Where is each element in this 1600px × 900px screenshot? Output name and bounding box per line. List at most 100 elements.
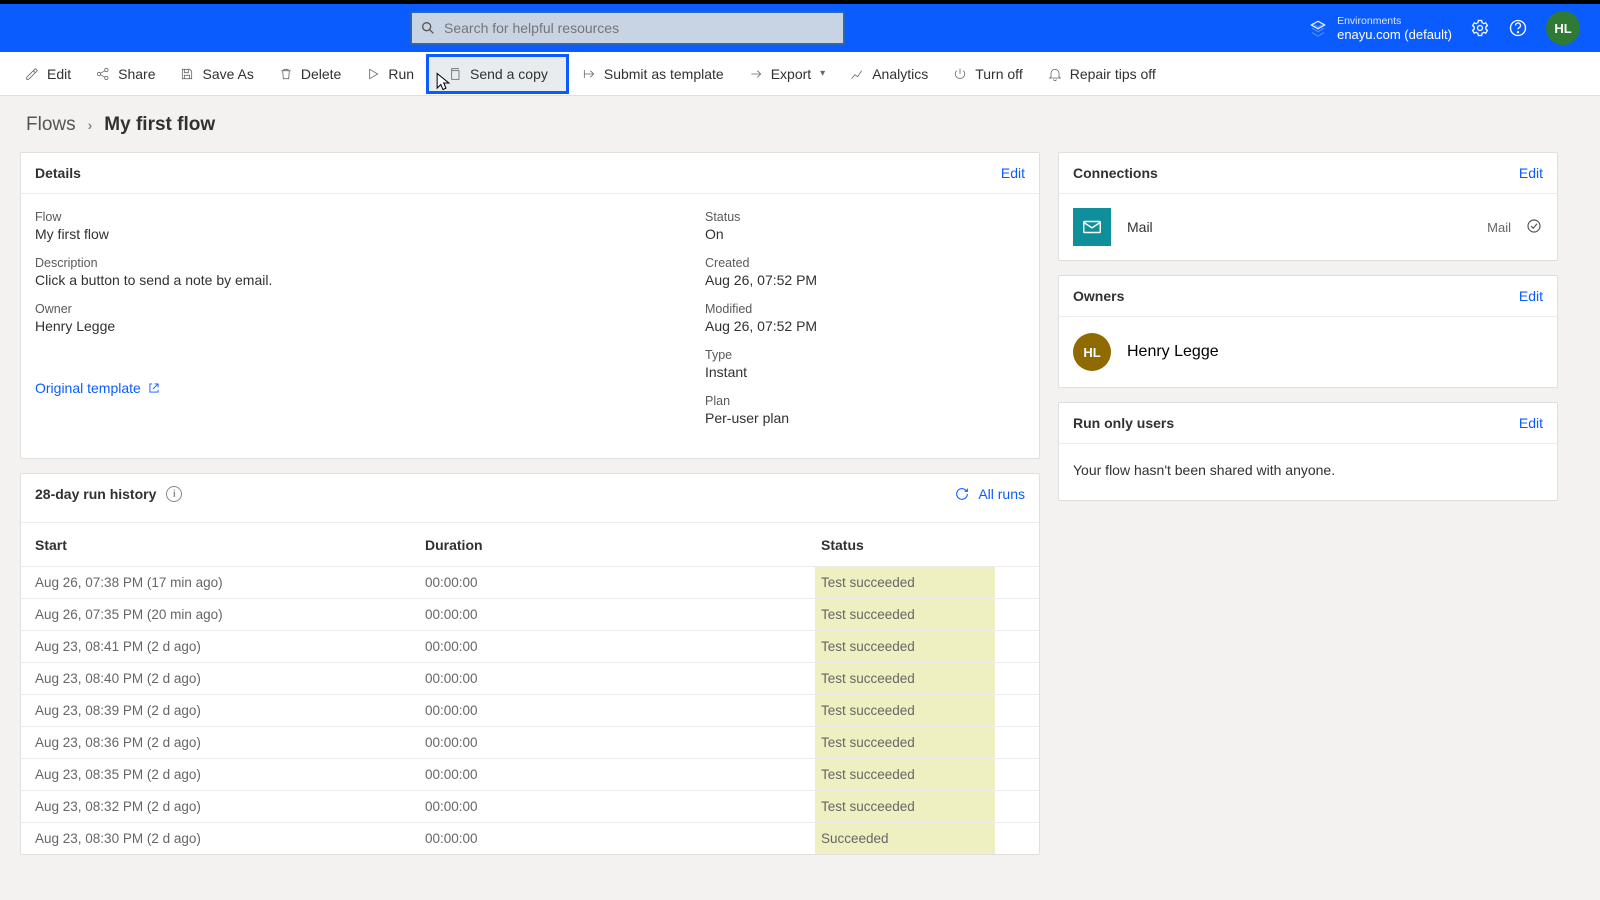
run-only-title: Run only users (1073, 415, 1174, 431)
settings-button[interactable] (1470, 18, 1490, 38)
cell-start: Aug 26, 07:35 PM (20 min ago) (35, 607, 425, 622)
cell-duration: 00:00:00 (425, 671, 815, 686)
details-edit-link[interactable]: Edit (1001, 165, 1025, 181)
connections-card: Connections Edit Mail Mail (1058, 152, 1558, 261)
cell-start: Aug 23, 08:40 PM (2 d ago) (35, 671, 425, 686)
play-icon (365, 66, 381, 82)
run-history-card: 28-day run history i All runs Start Dura… (20, 473, 1040, 855)
table-row[interactable]: Aug 23, 08:30 PM (2 d ago)00:00:00Succee… (21, 822, 1039, 854)
delete-button[interactable]: Delete (266, 58, 353, 90)
run-button[interactable]: Run (353, 58, 426, 90)
connection-item[interactable]: Mail Mail (1059, 194, 1557, 260)
cell-status: Test succeeded (815, 599, 995, 630)
run-only-edit-link[interactable]: Edit (1519, 415, 1543, 431)
cell-status: Test succeeded (815, 759, 995, 790)
type-label: Type (705, 348, 1025, 362)
original-template-link[interactable]: Original template (35, 380, 161, 396)
bell-icon (1047, 66, 1063, 82)
table-row[interactable]: Aug 23, 08:40 PM (2 d ago)00:00:00Test s… (21, 662, 1039, 694)
cell-status: Succeeded (815, 823, 995, 854)
table-row[interactable]: Aug 23, 08:39 PM (2 d ago)00:00:00Test s… (21, 694, 1039, 726)
envelope-icon (1081, 216, 1103, 238)
cell-start: Aug 23, 08:32 PM (2 d ago) (35, 799, 425, 814)
search-box[interactable] (410, 11, 845, 45)
cmd-label: Submit as template (604, 66, 724, 82)
cell-status: Test succeeded (815, 631, 995, 662)
created-value: Aug 26, 07:52 PM (705, 272, 1025, 288)
edit-button[interactable]: Edit (12, 58, 83, 90)
table-row[interactable]: Aug 23, 08:32 PM (2 d ago)00:00:00Test s… (21, 790, 1039, 822)
cell-duration: 00:00:00 (425, 831, 815, 846)
cmd-label: Run (388, 66, 414, 82)
search-input[interactable] (444, 20, 835, 36)
col-duration[interactable]: Duration (425, 537, 815, 553)
owner-name: Henry Legge (1127, 343, 1219, 361)
cell-duration: 00:00:00 (425, 639, 815, 654)
submit-template-button[interactable]: Submit as template (569, 58, 736, 90)
send-copy-button[interactable]: Send a copy (426, 54, 569, 94)
save-icon (179, 66, 195, 82)
all-runs-link[interactable]: All runs (954, 486, 1025, 502)
environment-picker[interactable]: Environments enayu.com (default) (1309, 14, 1452, 42)
owners-edit-link[interactable]: Edit (1519, 288, 1543, 304)
connections-edit-link[interactable]: Edit (1519, 165, 1543, 181)
run-only-users-card: Run only users Edit Your flow hasn't bee… (1058, 402, 1558, 501)
link-text: All runs (978, 486, 1025, 502)
command-bar: Edit Share Save As Delete Run Send a cop… (0, 52, 1600, 96)
table-row[interactable]: Aug 23, 08:41 PM (2 d ago)00:00:00Test s… (21, 630, 1039, 662)
gear-icon (1470, 18, 1490, 38)
save-as-button[interactable]: Save As (167, 58, 265, 90)
status-value: On (705, 226, 1025, 242)
analytics-button[interactable]: Analytics (837, 58, 940, 90)
table-row[interactable]: Aug 23, 08:35 PM (2 d ago)00:00:00Test s… (21, 758, 1039, 790)
table-row[interactable]: Aug 23, 08:36 PM (2 d ago)00:00:00Test s… (21, 726, 1039, 758)
col-status[interactable]: Status (815, 537, 995, 553)
cell-start: Aug 26, 07:38 PM (17 min ago) (35, 575, 425, 590)
page-title: My first flow (104, 114, 215, 136)
flow-value: My first flow (35, 226, 645, 242)
help-button[interactable] (1508, 18, 1528, 38)
description-value: Click a button to send a note by email. (35, 272, 645, 288)
export-button[interactable]: Export▾ (736, 58, 838, 90)
cell-duration: 00:00:00 (425, 799, 815, 814)
owners-card: Owners Edit HL Henry Legge (1058, 275, 1558, 388)
share-button[interactable]: Share (83, 58, 167, 90)
cmd-label: Analytics (872, 66, 928, 82)
repair-tips-off-button[interactable]: Repair tips off (1035, 58, 1168, 90)
details-card: Details Edit FlowMy first flow Descripti… (20, 152, 1040, 459)
info-icon[interactable]: i (166, 486, 182, 502)
cell-status: Test succeeded (815, 663, 995, 694)
search-icon (420, 20, 436, 36)
connection-type: Mail (1487, 220, 1511, 235)
connections-title: Connections (1073, 165, 1158, 181)
description-label: Description (35, 256, 645, 270)
details-title: Details (35, 165, 81, 181)
table-row[interactable]: Aug 26, 07:38 PM (17 min ago)00:00:00Tes… (21, 566, 1039, 598)
owner-item[interactable]: HL Henry Legge (1059, 317, 1557, 387)
app-header: Environments enayu.com (default) HL (0, 4, 1600, 52)
cmd-label: Repair tips off (1070, 66, 1156, 82)
arrow-right-icon (581, 66, 597, 82)
cell-status: Test succeeded (815, 791, 995, 822)
cell-duration: 00:00:00 (425, 735, 815, 750)
turn-off-button[interactable]: Turn off (940, 58, 1034, 90)
table-row[interactable]: Aug 26, 07:35 PM (20 min ago)00:00:00Tes… (21, 598, 1039, 630)
modified-value: Aug 26, 07:52 PM (705, 318, 1025, 334)
cell-start: Aug 23, 08:36 PM (2 d ago) (35, 735, 425, 750)
col-start[interactable]: Start (35, 537, 425, 553)
breadcrumb: Flows › My first flow (0, 96, 1600, 144)
refresh-icon (954, 486, 970, 502)
created-label: Created (705, 256, 1025, 270)
breadcrumb-root[interactable]: Flows (26, 114, 76, 136)
cell-start: Aug 23, 08:30 PM (2 d ago) (35, 831, 425, 846)
run-only-body: Your flow hasn't been shared with anyone… (1059, 444, 1557, 500)
table-header-row: Start Duration Status (21, 522, 1039, 566)
chevron-down-icon: ▾ (820, 68, 825, 79)
type-value: Instant (705, 364, 1025, 380)
user-avatar[interactable]: HL (1546, 11, 1580, 45)
environment-icon (1309, 19, 1327, 37)
owner-value: Henry Legge (35, 318, 645, 334)
check-circle-icon (1525, 217, 1543, 238)
cell-duration: 00:00:00 (425, 703, 815, 718)
owner-label: Owner (35, 302, 645, 316)
